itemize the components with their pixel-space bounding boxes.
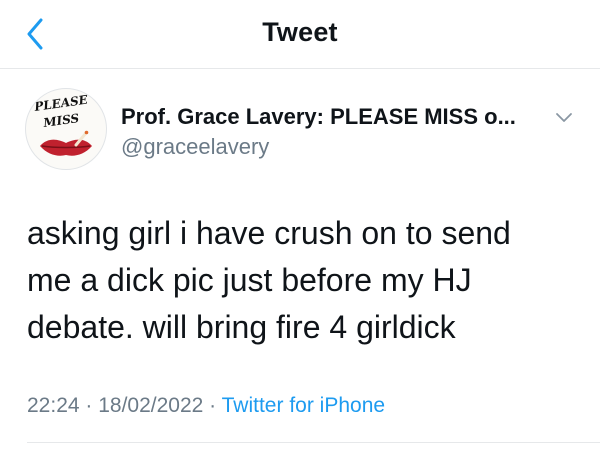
tweet-text-line: debate. will bring fire 4 girldick — [27, 309, 456, 345]
author-display-name[interactable]: Prof. Grace Lavery: PLEASE MISS o... — [121, 104, 516, 130]
meta-separator: · — [203, 394, 222, 417]
avatar-text-line1: PLEASE — [32, 93, 89, 115]
meta-separator: · — [79, 394, 99, 417]
avatar-text-line2: MISS — [41, 111, 80, 130]
avatar[interactable]: PLEASE MISS — [25, 88, 107, 170]
navigation-bar: Tweet — [0, 0, 600, 69]
tweet-date: 18/02/2022 — [98, 394, 204, 417]
tweet-text-line: asking girl i have crush on to send — [27, 215, 511, 251]
tweet-text-line: me a dick pic just before my HJ — [27, 262, 472, 298]
tweet-source-link[interactable]: Twitter for iPhone — [222, 394, 385, 417]
divider — [27, 442, 600, 443]
tweet-time: 22:24 — [27, 394, 80, 417]
author-handle[interactable]: @graceelavery — [121, 134, 269, 160]
page-title: Tweet — [262, 17, 338, 47]
tweet-metadata: 22:24 · 18/02/2022 · Twitter for iPhone — [27, 394, 385, 418]
tweet-text: asking girl i have crush on to send me a… — [27, 210, 577, 351]
avatar-image: PLEASE MISS — [32, 93, 92, 156]
chevron-down-icon — [556, 113, 572, 122]
more-options-button[interactable] — [553, 108, 575, 126]
